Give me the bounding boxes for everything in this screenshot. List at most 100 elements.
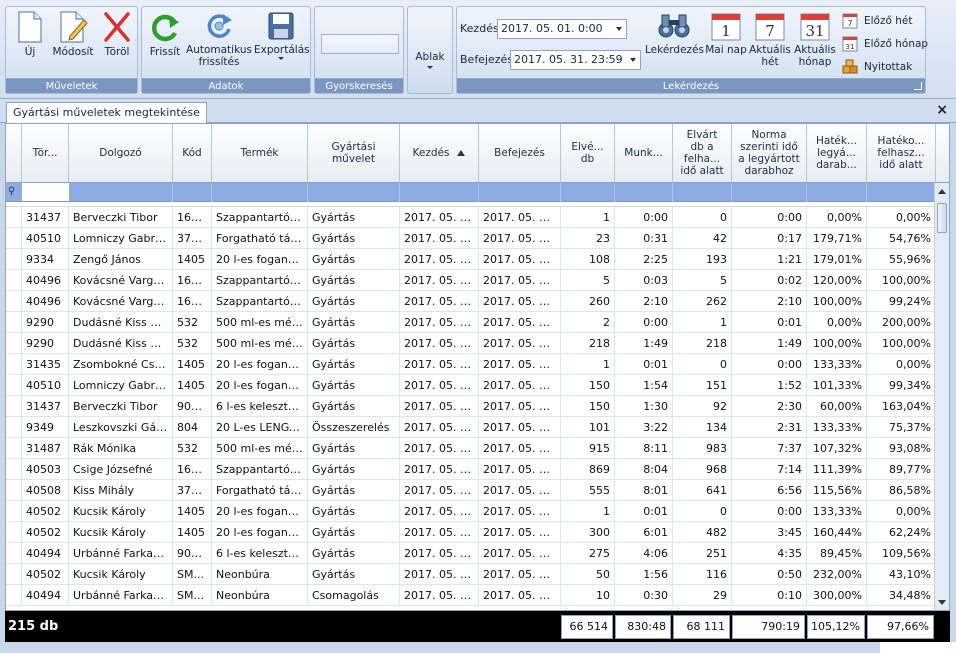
row-selector[interactable] xyxy=(6,249,22,270)
filter-cell[interactable] xyxy=(212,183,308,202)
cell-hatekonysag-db: 89,45% xyxy=(807,543,867,564)
table-row[interactable]: 40502 Kucsik Károly 1405 20 l-es foganty...… xyxy=(6,522,936,543)
scrollbar-thumb[interactable] xyxy=(937,203,947,233)
table-row[interactable]: 31437 Berveczki Tibor 900... 6 l-es keleszt… xyxy=(6,396,936,417)
vertical-scrollbar[interactable] xyxy=(934,183,949,610)
row-selector[interactable] xyxy=(6,543,22,564)
row-selector[interactable] xyxy=(6,375,22,396)
column-header-elvegzett-db[interactable]: Elvé... db xyxy=(561,124,615,182)
filter-cell[interactable] xyxy=(479,183,561,202)
cell-befejezes: 2017. 05. 04... xyxy=(479,564,561,585)
current-month-label-2: hónap xyxy=(798,56,832,68)
filter-cell[interactable] xyxy=(732,183,807,202)
column-header-dolgozo[interactable]: Dolgozó xyxy=(69,124,173,182)
cell-befejezes: 2017. 05. 04... xyxy=(479,438,561,459)
row-selector[interactable] xyxy=(6,312,22,333)
row-selector[interactable] xyxy=(6,417,22,438)
current-week-button[interactable]: 7 Aktuális hét xyxy=(749,10,791,68)
row-selector[interactable] xyxy=(6,501,22,522)
row-selector[interactable] xyxy=(6,480,22,501)
row-selector[interactable] xyxy=(6,438,22,459)
filter-cell[interactable] xyxy=(400,183,479,202)
table-row[interactable]: 40494 Urbánné Farkas I... 900... 6 l-es kel… xyxy=(6,543,936,564)
table-row[interactable]: 40502 Kucsik Károly 1405 20 l-es foganty...… xyxy=(6,501,936,522)
column-header-gyartasi-muvelet[interactable]: Gyártási művelet xyxy=(308,124,400,182)
table-row[interactable]: 31435 Zsombokné Csörg... 1405 20 l-es fogan… xyxy=(6,354,936,375)
row-selector[interactable] xyxy=(6,333,22,354)
export-button[interactable]: Exportálás xyxy=(254,10,310,60)
filter-cell[interactable] xyxy=(69,183,173,202)
row-selector[interactable] xyxy=(6,585,22,606)
table-row[interactable]: 9290 Dudásné Kiss Erzs... 532 500 ml-es mér… xyxy=(6,312,936,333)
column-header-befejezes[interactable]: Befejezés xyxy=(479,124,561,182)
row-selector[interactable] xyxy=(6,270,22,291)
row-selector[interactable] xyxy=(6,207,22,228)
quick-search-input[interactable] xyxy=(321,34,399,54)
column-header-hatekonysag-db[interactable]: Haték... legyá... darab... xyxy=(807,124,867,182)
table-row[interactable]: 9334 Zengő János 1405 20 l-es foganty... Gyá… xyxy=(6,249,936,270)
previous-month-button[interactable]: 31 Előző hónap xyxy=(842,35,928,53)
row-selector[interactable] xyxy=(6,228,22,249)
column-header-torzsszam[interactable]: Tör... xyxy=(22,124,69,182)
table-row[interactable]: 9349 Leszkovszki Gábo... 804 20 L-es LENGYE… xyxy=(6,417,936,438)
resize-grip[interactable] xyxy=(880,642,956,653)
current-month-button[interactable]: 31 Aktuális hónap xyxy=(793,10,837,68)
delete-button[interactable]: Töröl xyxy=(100,10,134,58)
delete-x-icon xyxy=(104,12,130,42)
sum-munkaido: 830:48 xyxy=(615,615,671,639)
auto-refresh-button[interactable]: Automatikus frissítés xyxy=(186,10,252,68)
edit-button[interactable]: Módosít xyxy=(50,10,96,58)
new-button[interactable]: Új xyxy=(12,10,48,58)
filter-cell[interactable] xyxy=(173,183,212,202)
filter-cell[interactable] xyxy=(615,183,673,202)
scroll-down-arrow-icon[interactable] xyxy=(938,600,946,605)
table-row[interactable]: 40496 Kovácsné Varga Il... 161... Szappanta… xyxy=(6,291,936,312)
row-selector[interactable] xyxy=(6,396,22,417)
table-row[interactable]: 40510 Lomniczy Gabriella 370... Forgatható … xyxy=(6,228,936,249)
filter-cell[interactable] xyxy=(807,183,867,202)
previous-week-button[interactable]: 7 Előző hét xyxy=(842,12,912,30)
window-button[interactable]: Ablak xyxy=(410,51,450,69)
column-header-elvart-db[interactable]: Elvárt db a felha... idő alatt xyxy=(673,124,732,182)
cell-hatekonysag-ido: 0,00% xyxy=(867,354,936,375)
filter-cell[interactable] xyxy=(867,183,936,202)
column-header-munkaido[interactable]: Munk... xyxy=(615,124,673,182)
start-date-picker[interactable]: 2017. 05. 01. 0:00 xyxy=(497,19,627,39)
table-row[interactable]: 40494 Urbánné Farkas I... SM... Neonbúra Cso… xyxy=(6,585,936,606)
column-header-termek[interactable]: Termék xyxy=(212,124,308,182)
open-items-button[interactable]: Nyitottak xyxy=(842,58,912,76)
filter-cell[interactable] xyxy=(673,183,732,202)
table-row[interactable]: 40510 Lomniczy Gabriella 1405 20 l-es fogan… xyxy=(6,375,936,396)
table-row[interactable]: 31437 Berveczki Tibor 161... Szappantartó g… xyxy=(6,207,936,228)
scroll-up-arrow-icon[interactable] xyxy=(938,189,946,194)
row-selector[interactable] xyxy=(6,459,22,480)
end-date-picker[interactable]: 2017. 05. 31. 23:59 xyxy=(510,50,641,70)
close-icon[interactable]: × xyxy=(936,102,948,118)
dialog-launcher-icon[interactable] xyxy=(914,82,922,90)
row-selector[interactable] xyxy=(6,291,22,312)
tab-gyartasi-muveletek[interactable]: Gyártási műveletek megtekintése xyxy=(6,102,207,123)
cell-gyartasi-muvelet: Gyártás xyxy=(308,438,400,459)
table-row[interactable]: 40496 Kovácsné Varga Il... 161... Szappanta… xyxy=(6,270,936,291)
row-selector[interactable] xyxy=(6,564,22,585)
table-row[interactable]: 40502 Kucsik Károly SM... Neonbúra Gyártás 20… xyxy=(6,564,936,585)
query-button[interactable]: Lekérdezés xyxy=(645,10,704,56)
column-header-norma-ido[interactable]: Norma szerinti idő a legyártott darabhoz xyxy=(732,124,807,182)
cell-befejezes: 2017. 05. 04... xyxy=(479,228,561,249)
table-row[interactable]: 31487 Rák Mónika 532 500 ml-es mérc... Gyárt… xyxy=(6,438,936,459)
table-row[interactable]: 40503 Csige Józsefné 161... Szappantartó g.… xyxy=(6,459,936,480)
filter-input[interactable] xyxy=(22,183,69,201)
table-row[interactable]: 9290 Dudásné Kiss Erzs... 532 500 ml-es mér… xyxy=(6,333,936,354)
column-header-kod[interactable]: Kód xyxy=(173,124,212,182)
column-header-hatekonysag-ido[interactable]: Hatéko... felhasz... idő alatt xyxy=(867,124,936,182)
filter-cell[interactable] xyxy=(561,183,615,202)
table-row[interactable]: 40508 Kiss Mihály 370... Forgatható tár... G… xyxy=(6,480,936,501)
filter-cell[interactable] xyxy=(308,183,400,202)
sum-norma-ido: 790:19 xyxy=(732,615,805,639)
column-header-kezdes[interactable]: Kezdés xyxy=(400,124,479,182)
row-selector[interactable] xyxy=(6,522,22,543)
refresh-button[interactable]: Frissít xyxy=(146,10,184,58)
today-button[interactable]: 1 Mai nap xyxy=(705,10,747,56)
status-strip xyxy=(0,642,956,653)
row-selector[interactable] xyxy=(6,354,22,375)
